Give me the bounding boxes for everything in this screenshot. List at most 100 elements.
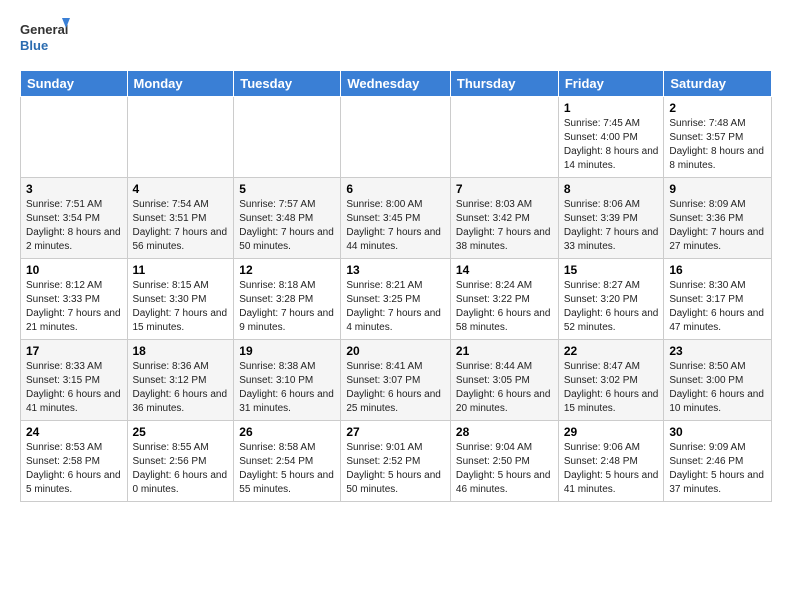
calendar-cell bbox=[234, 97, 341, 178]
calendar-cell: 26 Sunrise: 8:58 AM Sunset: 2:54 PM Dayli… bbox=[234, 421, 341, 502]
day-info: Sunrise: 7:45 AM Sunset: 4:00 PM Dayligh… bbox=[564, 117, 659, 173]
day-number: 14 bbox=[456, 263, 553, 277]
calendar-cell: 2 Sunrise: 7:48 AM Sunset: 3:57 PM Daylig… bbox=[664, 97, 772, 178]
day-info: Sunrise: 9:01 AM Sunset: 2:52 PM Dayligh… bbox=[346, 441, 445, 497]
day-info: Sunrise: 8:03 AM Sunset: 3:42 PM Dayligh… bbox=[456, 198, 553, 254]
calendar-cell: 15 Sunrise: 8:27 AM Sunset: 3:20 PM Dayli… bbox=[558, 259, 664, 340]
day-number: 17 bbox=[26, 344, 122, 358]
day-info: Sunrise: 7:57 AM Sunset: 3:48 PM Dayligh… bbox=[239, 198, 335, 254]
day-number: 30 bbox=[669, 425, 766, 439]
day-info: Sunrise: 8:06 AM Sunset: 3:39 PM Dayligh… bbox=[564, 198, 659, 254]
day-number: 21 bbox=[456, 344, 553, 358]
day-info: Sunrise: 8:44 AM Sunset: 3:05 PM Dayligh… bbox=[456, 360, 553, 416]
day-number: 7 bbox=[456, 182, 553, 196]
calendar-cell: 4 Sunrise: 7:54 AM Sunset: 3:51 PM Daylig… bbox=[127, 178, 234, 259]
weekday-header-tuesday: Tuesday bbox=[234, 71, 341, 97]
day-info: Sunrise: 7:48 AM Sunset: 3:57 PM Dayligh… bbox=[669, 117, 766, 173]
calendar-cell: 17 Sunrise: 8:33 AM Sunset: 3:15 PM Dayli… bbox=[21, 340, 128, 421]
calendar-cell: 14 Sunrise: 8:24 AM Sunset: 3:22 PM Dayli… bbox=[450, 259, 558, 340]
calendar-cell: 25 Sunrise: 8:55 AM Sunset: 2:56 PM Dayli… bbox=[127, 421, 234, 502]
calendar-cell: 30 Sunrise: 9:09 AM Sunset: 2:46 PM Dayli… bbox=[664, 421, 772, 502]
day-number: 13 bbox=[346, 263, 445, 277]
day-number: 8 bbox=[564, 182, 659, 196]
calendar-cell: 29 Sunrise: 9:06 AM Sunset: 2:48 PM Dayli… bbox=[558, 421, 664, 502]
day-info: Sunrise: 8:18 AM Sunset: 3:28 PM Dayligh… bbox=[239, 279, 335, 335]
day-number: 2 bbox=[669, 101, 766, 115]
day-number: 15 bbox=[564, 263, 659, 277]
weekday-header-thursday: Thursday bbox=[450, 71, 558, 97]
day-info: Sunrise: 8:21 AM Sunset: 3:25 PM Dayligh… bbox=[346, 279, 445, 335]
week-row-1: 1 Sunrise: 7:45 AM Sunset: 4:00 PM Daylig… bbox=[21, 97, 772, 178]
day-number: 4 bbox=[133, 182, 229, 196]
day-info: Sunrise: 7:51 AM Sunset: 3:54 PM Dayligh… bbox=[26, 198, 122, 254]
day-info: Sunrise: 8:55 AM Sunset: 2:56 PM Dayligh… bbox=[133, 441, 229, 497]
calendar-cell: 8 Sunrise: 8:06 AM Sunset: 3:39 PM Daylig… bbox=[558, 178, 664, 259]
day-info: Sunrise: 8:58 AM Sunset: 2:54 PM Dayligh… bbox=[239, 441, 335, 497]
calendar-cell bbox=[450, 97, 558, 178]
calendar-cell: 16 Sunrise: 8:30 AM Sunset: 3:17 PM Dayli… bbox=[664, 259, 772, 340]
day-number: 27 bbox=[346, 425, 445, 439]
calendar-cell: 24 Sunrise: 8:53 AM Sunset: 2:58 PM Dayli… bbox=[21, 421, 128, 502]
calendar-cell: 23Sunrise: 8:50 AM Sunset: 3:00 PM Dayli… bbox=[664, 340, 772, 421]
day-info: Sunrise: 8:09 AM Sunset: 3:36 PM Dayligh… bbox=[669, 198, 766, 254]
calendar-cell: 9 Sunrise: 8:09 AM Sunset: 3:36 PM Daylig… bbox=[664, 178, 772, 259]
day-info: Sunrise: 8:15 AM Sunset: 3:30 PM Dayligh… bbox=[133, 279, 229, 335]
day-info: Sunrise: 8:33 AM Sunset: 3:15 PM Dayligh… bbox=[26, 360, 122, 416]
day-number: 1 bbox=[564, 101, 659, 115]
day-number: 22 bbox=[564, 344, 659, 358]
day-number: 3 bbox=[26, 182, 122, 196]
day-number: 23 bbox=[669, 344, 766, 358]
day-info: Sunrise: 8:24 AM Sunset: 3:22 PM Dayligh… bbox=[456, 279, 553, 335]
calendar-cell: 12 Sunrise: 8:18 AM Sunset: 3:28 PM Dayli… bbox=[234, 259, 341, 340]
day-info: Sunrise: 8:47 AM Sunset: 3:02 PM Dayligh… bbox=[564, 360, 659, 416]
week-row-3: 10 Sunrise: 8:12 AM Sunset: 3:33 PM Dayli… bbox=[21, 259, 772, 340]
calendar-cell: 11 Sunrise: 8:15 AM Sunset: 3:30 PM Dayli… bbox=[127, 259, 234, 340]
day-number: 28 bbox=[456, 425, 553, 439]
svg-text:General: General bbox=[20, 22, 68, 37]
header: General Blue bbox=[20, 16, 772, 60]
day-info: Sunrise: 7:54 AM Sunset: 3:51 PM Dayligh… bbox=[133, 198, 229, 254]
day-info: Sunrise: 8:12 AM Sunset: 3:33 PM Dayligh… bbox=[26, 279, 122, 335]
day-number: 18 bbox=[133, 344, 229, 358]
day-number: 12 bbox=[239, 263, 335, 277]
day-number: 25 bbox=[133, 425, 229, 439]
day-number: 29 bbox=[564, 425, 659, 439]
day-info: Sunrise: 9:09 AM Sunset: 2:46 PM Dayligh… bbox=[669, 441, 766, 497]
week-row-5: 24 Sunrise: 8:53 AM Sunset: 2:58 PM Dayli… bbox=[21, 421, 772, 502]
day-number: 20 bbox=[346, 344, 445, 358]
day-info: Sunrise: 8:30 AM Sunset: 3:17 PM Dayligh… bbox=[669, 279, 766, 335]
calendar-cell: 1 Sunrise: 7:45 AM Sunset: 4:00 PM Daylig… bbox=[558, 97, 664, 178]
calendar-cell: 28Sunrise: 9:04 AM Sunset: 2:50 PM Dayli… bbox=[450, 421, 558, 502]
day-info: Sunrise: 8:00 AM Sunset: 3:45 PM Dayligh… bbox=[346, 198, 445, 254]
calendar-cell: 6 Sunrise: 8:00 AM Sunset: 3:45 PM Daylig… bbox=[341, 178, 451, 259]
calendar-cell: 20 Sunrise: 8:41 AM Sunset: 3:07 PM Dayli… bbox=[341, 340, 451, 421]
page: General Blue SundayMondayTuesdayWednesda… bbox=[0, 0, 792, 512]
day-number: 10 bbox=[26, 263, 122, 277]
weekday-header-row: SundayMondayTuesdayWednesdayThursdayFrid… bbox=[21, 71, 772, 97]
calendar-cell bbox=[341, 97, 451, 178]
day-info: Sunrise: 8:38 AM Sunset: 3:10 PM Dayligh… bbox=[239, 360, 335, 416]
calendar-cell: 19Sunrise: 8:38 AM Sunset: 3:10 PM Dayli… bbox=[234, 340, 341, 421]
day-number: 16 bbox=[669, 263, 766, 277]
day-info: Sunrise: 8:27 AM Sunset: 3:20 PM Dayligh… bbox=[564, 279, 659, 335]
week-row-4: 17 Sunrise: 8:33 AM Sunset: 3:15 PM Dayli… bbox=[21, 340, 772, 421]
calendar-cell: 3 Sunrise: 7:51 AM Sunset: 3:54 PM Daylig… bbox=[21, 178, 128, 259]
week-row-2: 3 Sunrise: 7:51 AM Sunset: 3:54 PM Daylig… bbox=[21, 178, 772, 259]
day-info: Sunrise: 8:53 AM Sunset: 2:58 PM Dayligh… bbox=[26, 441, 122, 497]
calendar-cell bbox=[127, 97, 234, 178]
day-number: 24 bbox=[26, 425, 122, 439]
day-number: 9 bbox=[669, 182, 766, 196]
weekday-header-sunday: Sunday bbox=[21, 71, 128, 97]
day-number: 6 bbox=[346, 182, 445, 196]
day-number: 11 bbox=[133, 263, 229, 277]
day-number: 5 bbox=[239, 182, 335, 196]
calendar-cell: 27 Sunrise: 9:01 AM Sunset: 2:52 PM Dayli… bbox=[341, 421, 451, 502]
day-info: Sunrise: 9:06 AM Sunset: 2:48 PM Dayligh… bbox=[564, 441, 659, 497]
day-number: 26 bbox=[239, 425, 335, 439]
calendar-cell bbox=[21, 97, 128, 178]
calendar-cell: 18 Sunrise: 8:36 AM Sunset: 3:12 PM Dayli… bbox=[127, 340, 234, 421]
day-info: Sunrise: 8:36 AM Sunset: 3:12 PM Dayligh… bbox=[133, 360, 229, 416]
calendar-cell: 5 Sunrise: 7:57 AM Sunset: 3:48 PM Daylig… bbox=[234, 178, 341, 259]
calendar-cell: 22 Sunrise: 8:47 AM Sunset: 3:02 PM Dayli… bbox=[558, 340, 664, 421]
day-info: Sunrise: 8:41 AM Sunset: 3:07 PM Dayligh… bbox=[346, 360, 445, 416]
